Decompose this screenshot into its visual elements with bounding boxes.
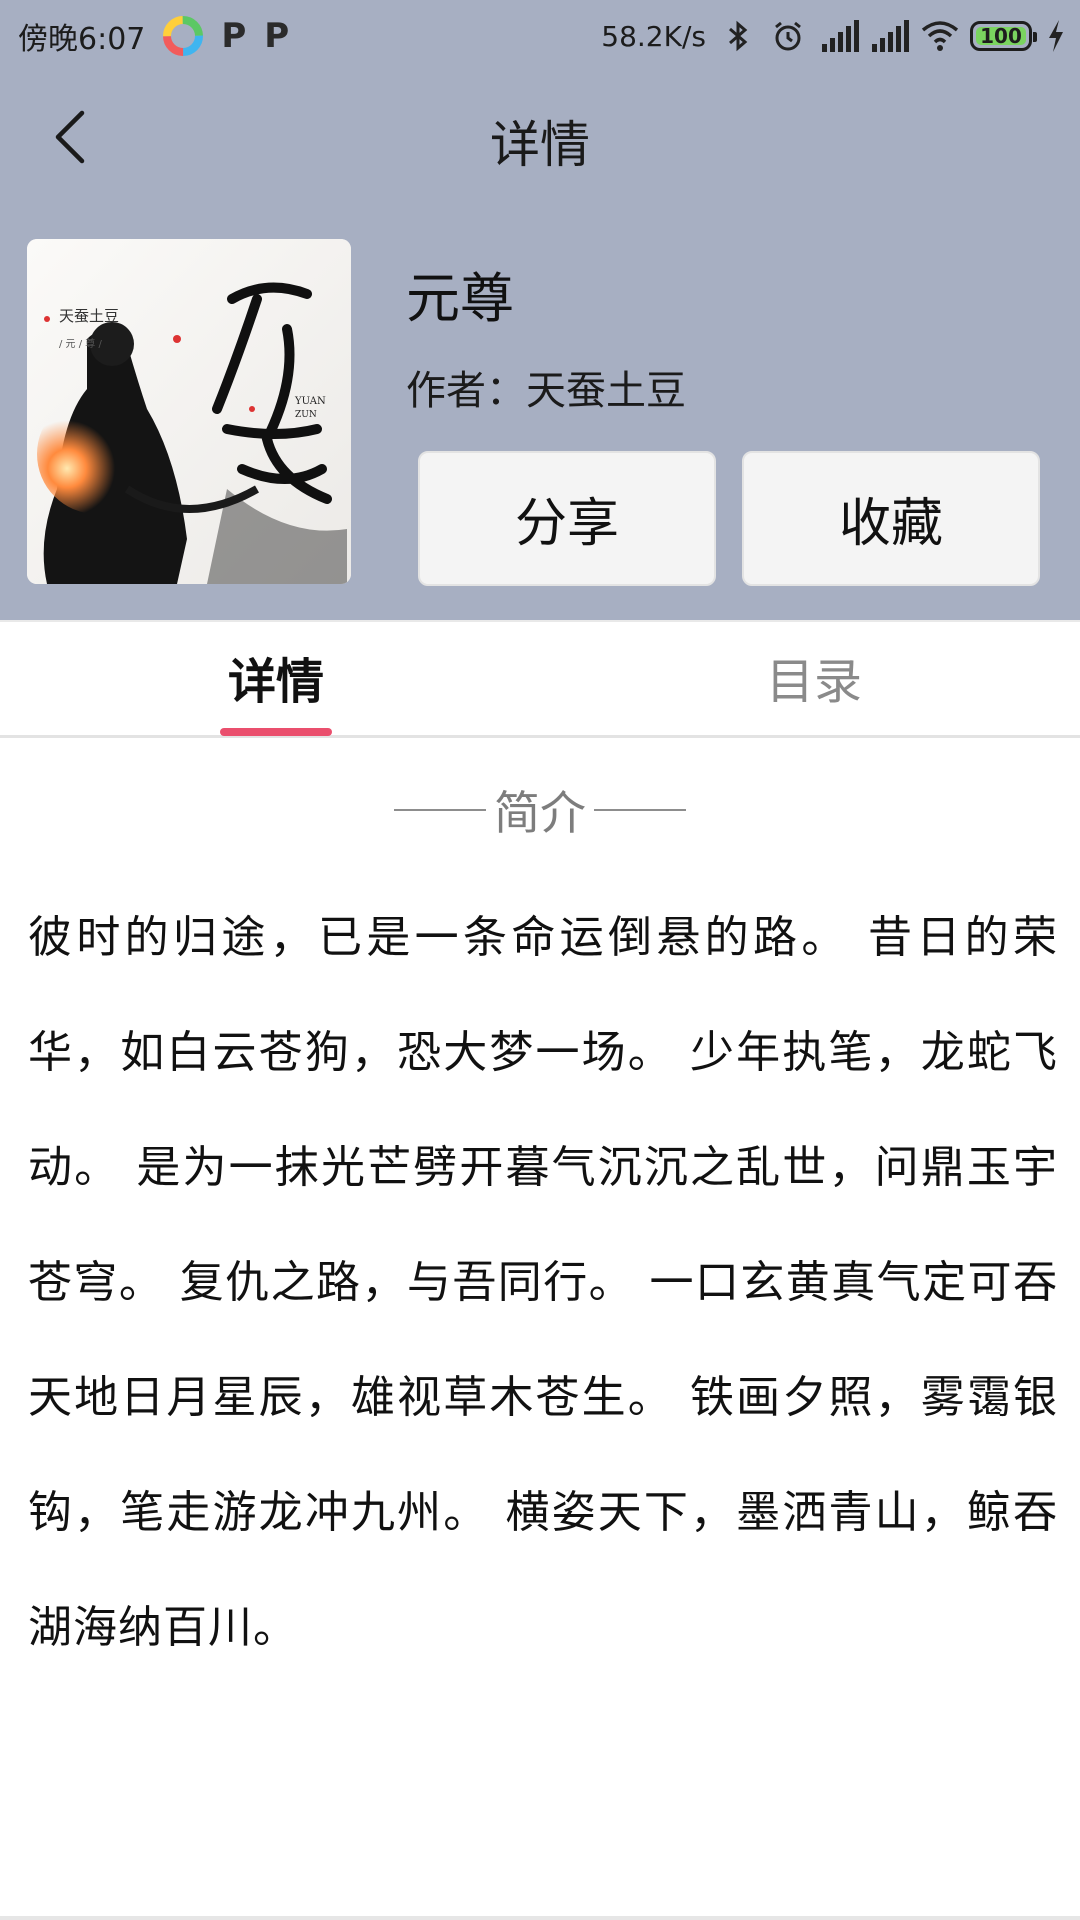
tab-detail[interactable]: 详情: [126, 642, 426, 720]
divider-line: [594, 809, 686, 811]
cover-author-label: 天蚕土豆: [59, 307, 119, 325]
cover-pinyin-1: YUAN: [294, 396, 326, 407]
favorite-button[interactable]: 收藏: [742, 451, 1040, 586]
status-right: 58.2K/s 100: [601, 14, 1066, 58]
active-tab-indicator: [220, 728, 332, 736]
cover-pinyin-2: ZUN: [295, 410, 317, 420]
status-time: 傍晚6:07: [18, 22, 146, 57]
intro-heading: 简介: [0, 780, 1080, 840]
divider-line: [394, 809, 486, 811]
status-left: 傍晚6:07 P P: [18, 14, 289, 58]
tab-bar: 详情 目录: [0, 620, 1080, 738]
battery-icon: 100: [970, 21, 1037, 51]
wifi-icon: [920, 18, 959, 54]
colorful-app-icon: [163, 16, 204, 56]
p-icon: P: [264, 16, 290, 56]
book-header-area: 傍晚6:07 P P 58.2K/s 100 详情 天蚕土豆 / 元 / 尊 /…: [0, 0, 1080, 620]
battery-level: 100: [980, 24, 1022, 48]
intro-text: 彼时的归途，已是一条命运倒悬的路。 昔日的荣华，如白云苍狗，恐大梦一场。 少年执…: [28, 912, 1058, 1653]
signal-icon: [870, 18, 909, 54]
charging-icon: [1046, 18, 1066, 54]
signal-icon: [820, 18, 859, 54]
p-icon: P: [221, 16, 247, 56]
book-cover-image: 天蚕土豆 / 元 / 尊 / YUAN ZUN: [27, 239, 351, 584]
bluetooth-icon: [720, 18, 756, 54]
network-speed: 58.2K/s: [601, 19, 706, 53]
intro-heading-label: 简介: [494, 786, 586, 840]
tab-table-of-contents[interactable]: 目录: [664, 642, 964, 720]
top-bar: 详情: [0, 72, 1080, 202]
book-author: 作者：天蚕土豆: [406, 368, 686, 414]
bottom-divider: [0, 1916, 1080, 1920]
alarm-icon: [770, 18, 806, 54]
share-button[interactable]: 分享: [418, 451, 716, 586]
status-bar: 傍晚6:07 P P 58.2K/s 100: [0, 0, 1080, 72]
book-title: 元尊: [406, 267, 514, 330]
cover-small-caption: / 元 / 尊 /: [59, 337, 102, 350]
page-title: 详情: [490, 116, 590, 174]
